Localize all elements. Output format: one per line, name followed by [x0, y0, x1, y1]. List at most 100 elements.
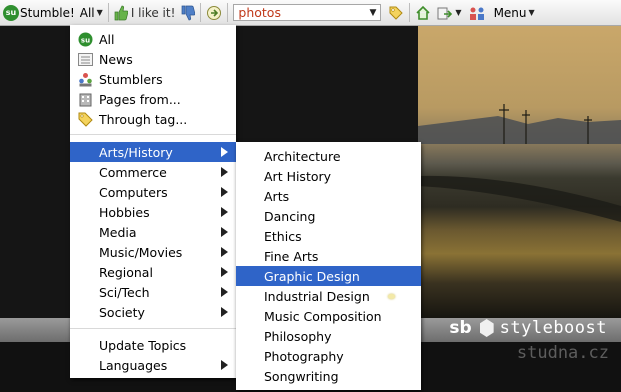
tag-icon: [388, 5, 404, 21]
topic-dropdown-label: All: [79, 5, 95, 20]
menu-item-label: Languages: [99, 357, 168, 373]
submenu-item-industrial-design[interactable]: Industrial Design: [236, 286, 421, 306]
menu-item-label: Computers: [99, 184, 168, 200]
menu-item-label: Update Topics: [99, 337, 187, 353]
mouse-cursor-icon: [388, 294, 395, 299]
logo-mark: sb: [449, 318, 472, 338]
submenu-arrow-icon: [221, 287, 228, 297]
arts-history-submenu: Architecture Art History Arts Dancing Et…: [236, 142, 421, 390]
menu-item-news[interactable]: News: [70, 49, 236, 69]
menu-item-society[interactable]: Society: [70, 302, 236, 322]
people-icon: [468, 5, 486, 21]
send-arrow-icon: [206, 5, 222, 21]
stumble-label: Stumble!: [20, 5, 75, 20]
menu-item-label: All: [99, 31, 115, 47]
submenu-item-label: Art History: [264, 168, 332, 184]
styleboost-logo: sb styleboost: [449, 318, 607, 338]
topic-dropdown[interactable]: All ▼: [80, 0, 103, 25]
submenu-item-graphic-design[interactable]: Graphic Design: [236, 266, 421, 286]
menu-item-through-tag[interactable]: Through tag...: [70, 109, 236, 129]
menu-item-update-topics[interactable]: Update Topics: [70, 335, 236, 355]
submenu-item-label: Songwriting: [264, 368, 339, 384]
submenu-item-fine-arts[interactable]: Fine Arts: [236, 246, 421, 266]
toolbar-divider: [200, 3, 202, 22]
submenu-item-philosophy[interactable]: Philosophy: [236, 326, 421, 346]
submenu-item-label: Architecture: [264, 148, 341, 164]
menu-item-languages[interactable]: Languages: [70, 355, 236, 375]
friends-button[interactable]: [468, 0, 486, 25]
submenu-arrow-icon: [221, 207, 228, 217]
newspaper-icon: [78, 52, 93, 67]
chevron-down-icon: ▼: [528, 8, 535, 17]
submenu-item-dancing[interactable]: Dancing: [236, 206, 421, 226]
toolbar-divider: [107, 3, 109, 22]
menu-item-label: Media: [99, 224, 137, 240]
menu-item-stumblers[interactable]: Stumblers: [70, 69, 236, 89]
like-button[interactable]: I like it!: [114, 0, 175, 25]
menu-item-label: Regional: [99, 264, 153, 280]
share-button[interactable]: ▼: [437, 0, 462, 25]
submenu-item-arts[interactable]: Arts: [236, 186, 421, 206]
submenu-arrow-icon: [221, 247, 228, 257]
menu-item-label: Pages from...: [99, 91, 181, 107]
submenu-item-label: Fine Arts: [264, 248, 319, 264]
menu-item-music-movies[interactable]: Music/Movies: [70, 242, 236, 262]
submenu-item-label: Photography: [264, 348, 344, 364]
home-button[interactable]: [415, 0, 431, 25]
thumbs-up-icon: [114, 5, 128, 21]
submenu-arrow-icon: [221, 267, 228, 277]
submenu-item-photography[interactable]: Photography: [236, 346, 421, 366]
menu-item-regional[interactable]: Regional: [70, 262, 236, 282]
chevron-down-icon[interactable]: ▼: [369, 8, 376, 18]
menu-separator: [70, 328, 236, 329]
svg-text:su: su: [81, 36, 90, 44]
logo-name: styleboost: [499, 318, 607, 338]
chevron-down-icon: ▼: [455, 8, 462, 17]
submenu-arrow-icon: [221, 307, 228, 317]
submenu-item-ethics[interactable]: Ethics: [236, 226, 421, 246]
people-icon: [78, 72, 93, 87]
watermark-credit: studna.cz: [516, 343, 609, 363]
menu-item-label: Society: [99, 304, 145, 320]
dislike-button[interactable]: [181, 0, 196, 25]
submenu-item-architecture[interactable]: Architecture: [236, 146, 421, 166]
submenu-item-songwriting[interactable]: Songwriting: [236, 366, 421, 386]
submenu-item-label: Industrial Design: [264, 288, 370, 304]
submenu-item-art-history[interactable]: Art History: [236, 166, 421, 186]
menu-item-label: Commerce: [99, 164, 167, 180]
building-icon: [78, 92, 93, 107]
menu-item-commerce[interactable]: Commerce: [70, 162, 236, 182]
stumbleupon-toolbar: su Stumble! All ▼ I like it! photos ▼ ▼ …: [0, 0, 621, 26]
landscape-photo: [418, 26, 621, 318]
stumble-button[interactable]: su Stumble!: [3, 0, 75, 25]
submenu-item-label: Music Composition: [264, 308, 382, 324]
menu-item-pages-from[interactable]: Pages from...: [70, 89, 236, 109]
tag-icon: [78, 112, 93, 127]
send-button[interactable]: [206, 0, 222, 25]
tag-button[interactable]: [388, 0, 404, 25]
submenu-item-label: Ethics: [264, 228, 302, 244]
submenu-item-label: Dancing: [264, 208, 316, 224]
search-input[interactable]: photos ▼: [233, 4, 382, 21]
menu-button[interactable]: Menu ▼: [494, 0, 535, 25]
menu-item-arts-history[interactable]: Arts/History: [70, 142, 236, 162]
menu-item-all[interactable]: su All: [70, 29, 236, 49]
menu-item-label: News: [99, 51, 133, 67]
submenu-arrow-icon: [221, 167, 228, 177]
submenu-item-music-composition[interactable]: Music Composition: [236, 306, 421, 326]
submenu-item-label: Philosophy: [264, 328, 332, 344]
thumbs-down-icon: [181, 5, 196, 21]
menu-item-label: Music/Movies: [99, 244, 183, 260]
share-icon: [437, 5, 453, 21]
menu-item-label: Sci/Tech: [99, 284, 150, 300]
menu-item-media[interactable]: Media: [70, 222, 236, 242]
submenu-arrow-icon: [221, 227, 228, 237]
menu-item-sci-tech[interactable]: Sci/Tech: [70, 282, 236, 302]
submenu-arrow-icon: [221, 360, 228, 370]
menu-item-hobbies[interactable]: Hobbies: [70, 202, 236, 222]
menu-button-label: Menu: [493, 5, 527, 20]
menu-item-computers[interactable]: Computers: [70, 182, 236, 202]
menu-separator: [70, 134, 236, 135]
stumbleupon-icon: su: [78, 32, 93, 47]
submenu-item-label: Arts: [264, 188, 290, 204]
